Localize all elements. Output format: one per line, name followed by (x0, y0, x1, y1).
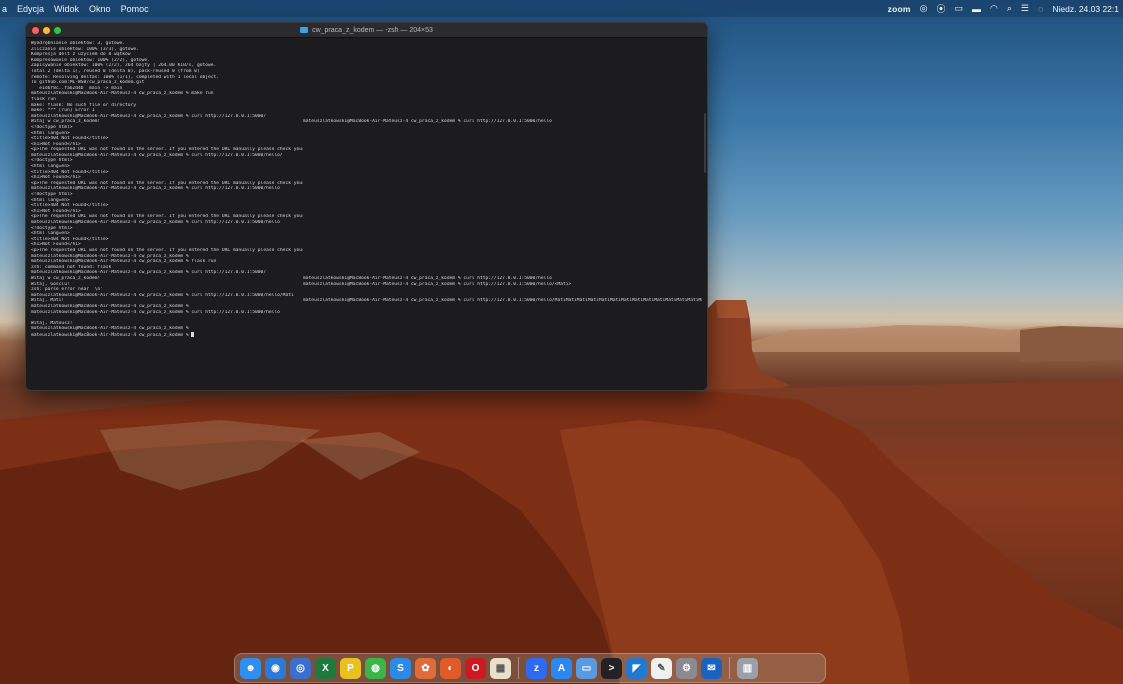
zoom-app-icon[interactable]: z (526, 657, 547, 679)
terminal-title: cw_praca_z_kodem — -zsh — 204×53 (26, 27, 707, 34)
dock-separator (518, 657, 519, 679)
clock[interactable]: Niedz. 24.03 22:1 (1052, 4, 1119, 14)
vscode-icon[interactable]: ◤ (626, 657, 647, 679)
control-center-icon[interactable]: ☰ (1021, 3, 1029, 14)
safari-icon[interactable]: ◎ (290, 657, 311, 679)
menu-bar-items: a Edycja Widok Okno Pomoc (0, 4, 149, 14)
messages-icon[interactable]: ◍ (365, 657, 386, 679)
terminal-output[interactable]: Wyodrębnianie obiektów: 3, gotowe. Zlicza… (26, 38, 707, 389)
zoom-status-item[interactable]: zoom (888, 4, 911, 14)
dock-separator (729, 657, 730, 679)
menu-app[interactable]: a (2, 4, 7, 14)
finder-icon[interactable]: ☻ (240, 657, 261, 679)
terminal-cursor (191, 331, 195, 337)
terminal-line: mateuszlatkowski@MacBook-Air-Mateusz-4 c… (31, 331, 702, 338)
monitor-icon[interactable]: ▭ (955, 3, 964, 14)
finder-window-icon[interactable]: ▭ (576, 657, 597, 679)
firefox-icon[interactable]: ◐ (440, 657, 461, 679)
terminal-line-text-right (303, 332, 702, 338)
opera-icon[interactable]: O (465, 657, 486, 679)
search-icon[interactable]: ⌕ (1007, 3, 1012, 14)
pycharm-icon[interactable]: P (340, 657, 361, 679)
menu-window[interactable]: Okno (89, 4, 111, 14)
wifi-icon[interactable]: ◠ (990, 3, 998, 14)
siri-icon[interactable]: ◌ (1038, 4, 1043, 14)
terminal-scrollbar[interactable] (704, 113, 706, 173)
chrome-icon[interactable]: ◉ (265, 657, 286, 679)
record-icon[interactable]: ⦿ (936, 2, 945, 15)
excel-icon[interactable]: X (315, 657, 336, 679)
menu-help[interactable]: Pomoc (121, 4, 149, 14)
terminal-title-text: cw_praca_z_kodem — -zsh — 204×53 (312, 26, 433, 34)
system-prefs-icon[interactable]: ⚙ (676, 657, 697, 679)
app-store-icon[interactable]: A (551, 657, 572, 679)
menu-edit[interactable]: Edycja (17, 4, 44, 14)
dock: ☻ ◉ ◎ X P ◍ S ✿ ◐ O ▦ z A ▭ > ◤ ✎ ⚙ ✉ ▥ (234, 653, 826, 683)
outlook-icon[interactable]: ✉ (701, 657, 722, 679)
menu-view[interactable]: Widok (54, 4, 79, 14)
skype-icon[interactable]: S (390, 657, 411, 679)
calendar-icon[interactable]: ▦ (490, 657, 511, 679)
menu-bar: a Edycja Widok Okno Pomoc zoom ◎ ⦿ ▭ ▬ ◠… (0, 0, 1123, 17)
focus-icon[interactable]: ◎ (920, 3, 928, 14)
battery-icon[interactable]: ▬ (972, 4, 981, 14)
trash-icon[interactable]: ▥ (737, 657, 758, 679)
terminal-icon[interactable]: > (601, 657, 622, 679)
terminal-line-text: mateuszlatkowski@MacBook-Air-Mateusz-4 c… (31, 331, 303, 337)
photos-icon[interactable]: ✿ (415, 657, 436, 679)
notes-icon[interactable]: ✎ (651, 657, 672, 679)
terminal-titlebar[interactable]: cw_praca_z_kodem — -zsh — 204×53 (26, 23, 707, 38)
folder-icon (300, 27, 309, 33)
terminal-window[interactable]: cw_praca_z_kodem — -zsh — 204×53 Wyodręb… (25, 22, 708, 391)
menu-bar-status: zoom ◎ ⦿ ▭ ▬ ◠ ⌕ ☰ ◌ Niedz. 24.03 22:1 (888, 2, 1123, 15)
